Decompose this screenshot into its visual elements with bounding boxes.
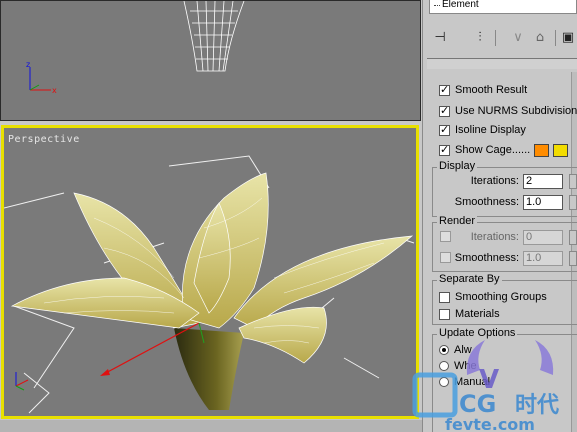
use-nurms-row[interactable]: Use NURMS Subdivision	[439, 103, 577, 119]
update-manual-row[interactable]: Manual	[439, 374, 490, 390]
stack-item-element[interactable]: Element	[442, 0, 479, 10]
top-axis-tripod: z x	[26, 60, 57, 95]
separate-by-title: Separate By	[437, 273, 502, 285]
show-cage-checkbox[interactable]	[439, 143, 450, 156]
perspective-viewport[interactable]: Perspective	[1, 125, 419, 419]
make-unique-icon[interactable]: ∨	[507, 28, 529, 48]
modifier-stack-list[interactable]: Element	[429, 0, 577, 14]
svg-text:x: x	[52, 86, 57, 95]
show-cage-row[interactable]: Show Cage......	[439, 142, 569, 158]
display-smoothness-spinner[interactable]	[569, 195, 577, 210]
modifier-stack-toolbar: ⊣ ⫶ ∨ ⌂ ▣	[429, 28, 577, 50]
top-viewport-canvas: z x	[26, 1, 245, 95]
display-iterations-label: Iterations:	[470, 175, 519, 187]
render-smoothness-label: Smoothness:	[454, 252, 519, 264]
display-iterations-spinner[interactable]	[569, 174, 577, 189]
top-viewport[interactable]: z x	[0, 0, 421, 121]
display-iterations-input[interactable]: 2	[523, 174, 563, 189]
show-cage-label: Show Cage......	[455, 144, 531, 156]
render-iterations-label: Iterations:	[470, 231, 519, 243]
svg-text:z: z	[26, 60, 30, 69]
perspective-canvas	[4, 155, 415, 414]
command-panel: Element ⊣ ⫶ ∨ ⌂ ▣ Smooth Result Use NURM…	[422, 0, 577, 432]
update-always-label: Alw	[454, 344, 472, 356]
update-when-rendering-row[interactable]: Whe	[439, 358, 477, 374]
subdivision-rollout-header[interactable]	[427, 58, 577, 69]
materials-label: Materials	[455, 308, 500, 320]
update-always-radio[interactable]	[439, 345, 449, 355]
render-iterations-input[interactable]: 0	[523, 230, 563, 245]
smoothing-groups-checkbox[interactable]	[439, 291, 450, 303]
render-iterations-spinner[interactable]	[569, 230, 577, 245]
isoline-display-row[interactable]: Isoline Display	[439, 122, 526, 138]
isoline-display-checkbox[interactable]	[439, 123, 450, 136]
use-nurms-label: Use NURMS Subdivision	[455, 105, 577, 117]
viewport-label[interactable]: Perspective	[8, 134, 80, 145]
update-when-rendering-radio[interactable]	[439, 361, 449, 371]
render-group-title: Render	[437, 215, 478, 227]
isoline-display-label: Isoline Display	[455, 124, 526, 136]
viewport-bottom-strip	[0, 420, 422, 432]
update-options-title: Update Options	[437, 327, 518, 339]
remove-modifier-icon[interactable]: ⌂	[529, 28, 551, 48]
cage-color-swatch-1[interactable]	[534, 143, 550, 157]
smooth-result-checkbox[interactable]	[439, 83, 450, 96]
materials-row[interactable]: Materials	[439, 306, 500, 322]
use-nurms-checkbox[interactable]	[439, 104, 450, 117]
smooth-result-label: Smooth Result	[455, 84, 528, 96]
update-when-rendering-label: Whe	[454, 360, 477, 372]
smooth-result-row[interactable]: Smooth Result	[439, 82, 527, 98]
display-group-title: Display	[437, 160, 478, 172]
tree-dots	[434, 5, 440, 6]
update-always-row[interactable]: Alw	[439, 342, 472, 358]
render-smoothness-input[interactable]: 1.0	[523, 251, 563, 266]
display-smoothness-input[interactable]: 1.0	[523, 195, 563, 210]
show-end-result-icon[interactable]: ⫶	[469, 28, 491, 48]
cage-color-swatch-2[interactable]	[553, 143, 569, 157]
smoothing-groups-row[interactable]: Smoothing Groups	[439, 289, 547, 305]
materials-checkbox[interactable]	[439, 308, 450, 320]
update-manual-label: Manual	[454, 376, 491, 388]
toolbar-divider	[495, 30, 496, 46]
display-smoothness-label: Smoothness:	[454, 196, 519, 208]
smoothing-groups-label: Smoothing Groups	[455, 291, 547, 303]
update-manual-radio[interactable]	[439, 377, 449, 387]
flower-stem	[174, 328, 244, 410]
render-smoothness-spinner[interactable]	[569, 251, 577, 266]
pin-stack-icon[interactable]: ⊣	[429, 28, 451, 48]
configure-sets-icon[interactable]: ▣	[557, 28, 577, 48]
stem-wireframe	[183, 1, 245, 72]
toolbar-divider	[555, 30, 556, 46]
